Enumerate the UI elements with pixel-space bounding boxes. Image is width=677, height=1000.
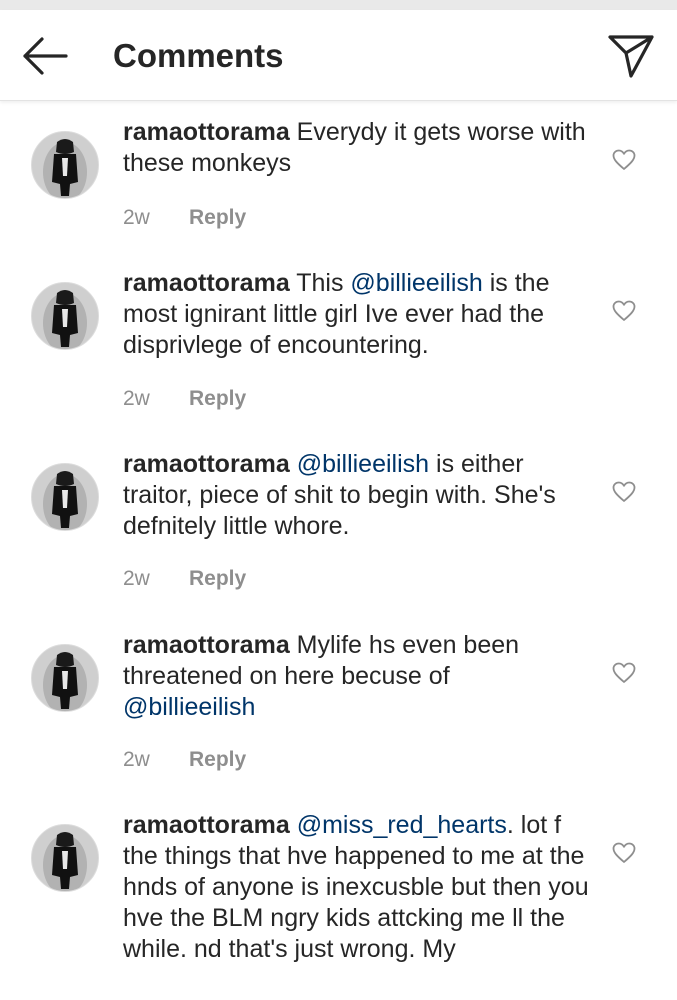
heart-icon [612, 149, 636, 170]
arrow-left-icon [23, 37, 68, 75]
top-bar: Comments [0, 10, 677, 101]
comment-username[interactable]: ramaottorama [123, 450, 290, 478]
comment-body [290, 450, 297, 478]
comment-text: ramaottorama Mylife hs even been threate… [123, 630, 553, 723]
avatar[interactable] [31, 463, 99, 531]
comment-meta: 2w Reply [123, 387, 246, 411]
profile-photo [32, 283, 98, 349]
like-button[interactable] [612, 481, 636, 503]
profile-photo [32, 464, 98, 530]
mention-link[interactable]: @billieeilish [123, 693, 255, 721]
mention-link[interactable]: @miss_red_hearts [297, 811, 507, 839]
reply-button[interactable]: Reply [189, 748, 246, 771]
comment-time: 2w [123, 206, 150, 229]
reply-button[interactable]: Reply [189, 206, 246, 229]
like-button[interactable] [612, 300, 636, 322]
status-bar [0, 0, 677, 10]
comment-username[interactable]: ramaottorama [123, 631, 290, 659]
profile-photo [32, 825, 98, 891]
like-button[interactable] [612, 149, 636, 171]
avatar[interactable] [31, 282, 99, 350]
comment-body: This [289, 269, 351, 297]
comment-time: 2w [123, 387, 150, 410]
comment-text: ramaottorama @miss_red_hearts. lot f the… [123, 810, 593, 965]
mention-link[interactable]: @billieeilish [350, 269, 482, 297]
like-button[interactable] [612, 842, 636, 864]
comment-meta: 2w Reply [123, 748, 246, 772]
avatar[interactable] [31, 824, 99, 892]
reply-button[interactable]: Reply [189, 567, 246, 590]
comment-time: 2w [123, 748, 150, 771]
comment-meta: 2w Reply [123, 567, 246, 591]
profile-photo [32, 645, 98, 711]
like-button[interactable] [612, 662, 636, 684]
comment-time: 2w [123, 567, 150, 590]
page-title: Comments [113, 37, 284, 74]
avatar[interactable] [31, 131, 99, 199]
heart-icon [612, 481, 636, 502]
mention-link[interactable]: @billieeilish [297, 450, 429, 478]
share-button[interactable] [606, 32, 656, 80]
comment-username[interactable]: ramaottorama [123, 811, 290, 839]
heart-icon [612, 300, 636, 321]
comment-body [290, 811, 297, 839]
comment-text: ramaottorama @billieeilish is either tra… [123, 449, 593, 542]
back-button[interactable] [20, 36, 70, 76]
heart-icon [612, 662, 636, 683]
avatar[interactable] [31, 644, 99, 712]
comment-text: ramaottorama Everydy it gets worse with … [123, 117, 593, 179]
reply-button[interactable]: Reply [189, 387, 246, 410]
comment-meta: 2w Reply [123, 206, 246, 230]
comment-username[interactable]: ramaottorama [123, 269, 290, 297]
profile-photo [32, 132, 98, 198]
heart-icon [612, 842, 636, 863]
comment-username[interactable]: ramaottorama [123, 118, 290, 146]
direct-send-icon [608, 35, 654, 78]
comment-text: ramaottorama This @billieeilish is the m… [123, 268, 593, 361]
